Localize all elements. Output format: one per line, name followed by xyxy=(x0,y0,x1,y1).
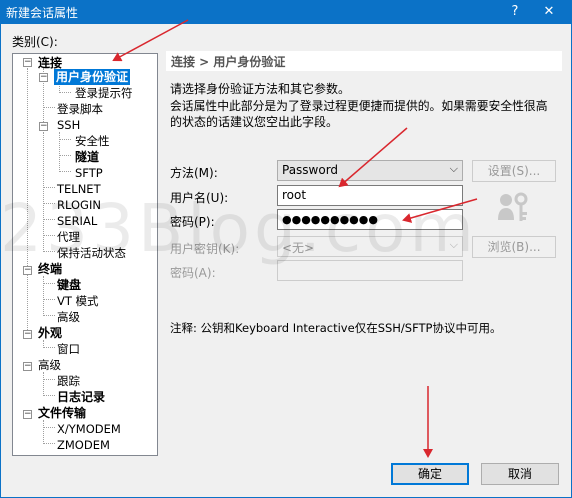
close-button[interactable]: ✕ xyxy=(534,0,564,24)
tree-item-serial[interactable]: SERIAL xyxy=(57,213,97,229)
tree-item-file-transfer[interactable]: 文件传输 xyxy=(38,405,86,421)
chevron-down-icon: ⌵ xyxy=(449,238,458,251)
tree-item-advanced[interactable]: 高级 xyxy=(38,357,61,373)
note-text: 注释: 公钥和Keyboard Interactive仅在SSH/SFTP协议中… xyxy=(170,321,502,335)
collapse-toggle-advanced[interactable]: − xyxy=(23,362,32,371)
tree-item-tracing[interactable]: 跟踪 xyxy=(57,373,80,389)
passphrase-input[interactable] xyxy=(277,260,463,281)
ok-button[interactable]: 确定 xyxy=(391,463,469,485)
category-tree[interactable]: − − − − − − − 连接 用户身份验证 登录提示符 登录脚本 SSH 安… xyxy=(12,53,158,456)
tree-item-xymodem[interactable]: X/YMODEM xyxy=(57,421,121,437)
method-label: 方法(M): xyxy=(170,166,218,180)
category-label: 类别(C): xyxy=(12,35,58,49)
description-line-2: 会话属性中此部分是为了登录过程更便捷而提供的。如果需要安全性很高 xyxy=(170,99,548,113)
tree-item-keepalive[interactable]: 保持活动状态 xyxy=(57,245,126,261)
tree-item-zmodem[interactable]: ZMODEM xyxy=(57,437,110,453)
collapse-toggle-appearance[interactable]: − xyxy=(23,330,32,339)
tree-item-rlogin[interactable]: RLOGIN xyxy=(57,197,101,213)
tree-item-login-script[interactable]: 登录脚本 xyxy=(57,101,103,117)
tree-item-tunnel[interactable]: 隧道 xyxy=(75,149,99,165)
tree-item-ssh[interactable]: SSH xyxy=(57,117,80,133)
tree-item-terminal[interactable]: 终端 xyxy=(38,261,62,277)
method-select[interactable]: Password ⌵ xyxy=(277,160,463,181)
settings-button[interactable]: 设置(S)... xyxy=(472,160,556,182)
user-key-icon xyxy=(496,190,530,226)
collapse-toggle-user-auth[interactable]: − xyxy=(39,73,48,82)
method-value: Password xyxy=(282,163,339,177)
tree-item-user-auth[interactable]: 用户身份验证 xyxy=(54,69,131,85)
tree-item-proxy[interactable]: 代理 xyxy=(57,229,80,245)
help-button[interactable]: ? xyxy=(500,0,530,24)
browse-button[interactable]: 浏览(B)... xyxy=(472,236,556,258)
user-key-value: <无> xyxy=(282,241,315,255)
window-title: 新建会话属性 xyxy=(6,6,79,20)
tree-item-window[interactable]: 窗口 xyxy=(57,341,80,357)
collapse-toggle-ssh[interactable]: − xyxy=(39,122,48,131)
passphrase-label: 密码(A): xyxy=(170,266,216,280)
tree-item-vt-mode[interactable]: VT 模式 xyxy=(57,293,99,309)
username-label: 用户名(U): xyxy=(170,191,229,205)
tree-item-logging[interactable]: 日志记录 xyxy=(57,389,105,405)
tree-item-appearance[interactable]: 外观 xyxy=(38,325,62,341)
tree-item-sftp[interactable]: SFTP xyxy=(75,165,103,181)
user-key-select[interactable]: <无> ⌵ xyxy=(277,236,463,257)
description-line-1: 请选择身份验证方法和其它参数。 xyxy=(170,82,351,96)
tree-item-advanced-terminal[interactable]: 高级 xyxy=(57,309,80,325)
title-bar: 新建会话属性 ? ✕ xyxy=(0,0,572,24)
tree-item-telnet[interactable]: TELNET xyxy=(57,181,101,197)
tree-item-keyboard[interactable]: 键盘 xyxy=(57,277,81,293)
user-key-label: 用户密钥(K): xyxy=(170,242,240,256)
password-input[interactable]: ●●●●●●●●●● xyxy=(277,209,463,230)
username-input[interactable]: root xyxy=(277,185,463,206)
breadcrumb: 连接 > 用户身份验证 xyxy=(166,51,562,71)
description-line-3: 的状态的话建议您空出此字段。 xyxy=(170,115,339,129)
tree-item-security[interactable]: 安全性 xyxy=(75,133,110,149)
collapse-toggle-file-transfer[interactable]: − xyxy=(23,410,32,419)
collapse-toggle-connection[interactable]: − xyxy=(23,58,32,67)
collapse-toggle-terminal[interactable]: − xyxy=(23,266,32,275)
chevron-down-icon: ⌵ xyxy=(449,162,458,175)
cancel-button[interactable]: 取消 xyxy=(481,463,559,485)
tree-item-login-prompts[interactable]: 登录提示符 xyxy=(75,85,133,101)
password-label: 密码(P): xyxy=(170,215,215,229)
